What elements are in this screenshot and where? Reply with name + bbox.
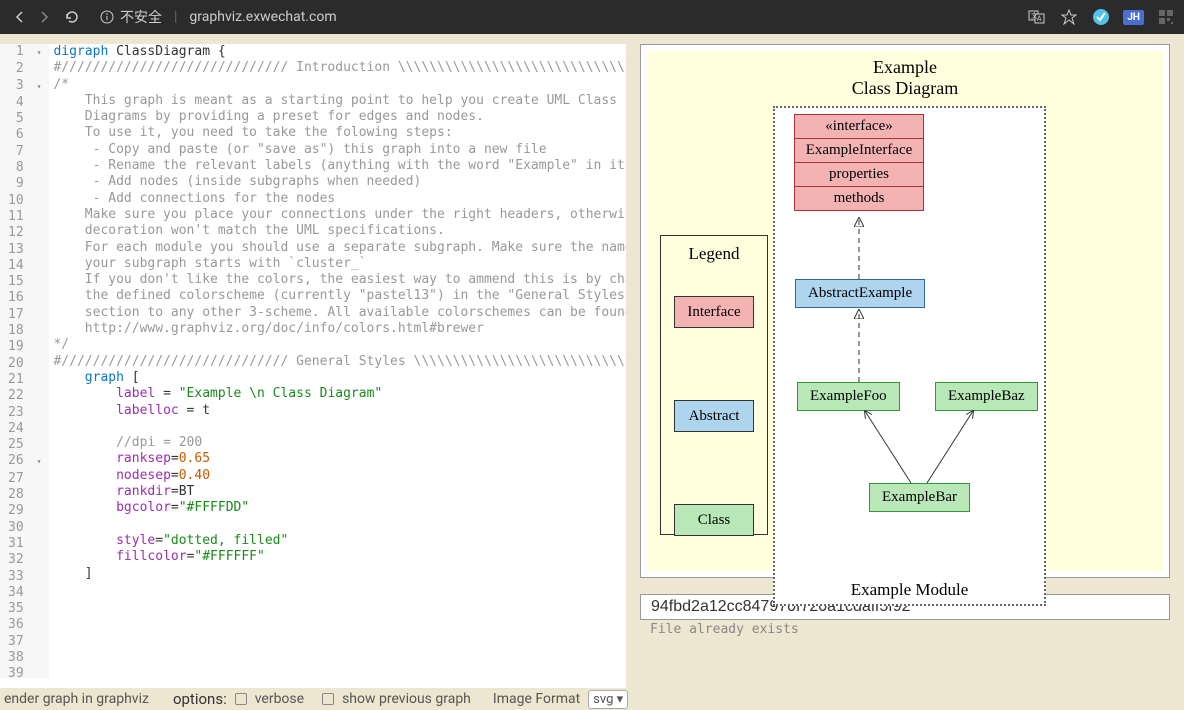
verbose-checkbox[interactable]	[235, 693, 247, 705]
baz-node: ExampleBaz	[935, 382, 1038, 411]
format-select[interactable]: svg ▾	[588, 690, 628, 709]
forward-button[interactable]	[32, 5, 56, 29]
svg-text:A: A	[1037, 15, 1042, 23]
code-content[interactable]: digraph ClassDiagram {#/////////////////…	[49, 44, 626, 678]
profile-badge[interactable]: JH	[1123, 10, 1144, 25]
legend-interface: Interface	[674, 296, 754, 328]
line-gutter: 1 ▾2 3 ▾4 5 6 7 8 9 10 11 12 13 14 15 16…	[0, 44, 49, 678]
bottom-toolbar: ender graph in graphviz options: verbose…	[0, 688, 1184, 710]
qr-icon[interactable]	[1156, 7, 1176, 27]
legend-class: Class	[674, 504, 754, 536]
format-label: Image Format	[493, 691, 580, 707]
bar-node: ExampleBar	[869, 483, 970, 512]
browser-toolbar: 不安全 | graphviz.exwechat.com 文A JH	[0, 0, 1184, 34]
enter-label: ender graph in graphviz	[4, 691, 149, 707]
diagram-title: ExampleClass Diagram	[647, 51, 1163, 105]
legend-abstract: Abstract	[674, 400, 754, 432]
extension-icon-1[interactable]	[1091, 7, 1111, 27]
options-label: options:	[173, 690, 227, 708]
back-button[interactable]	[8, 5, 32, 29]
legend-title: Legend	[661, 236, 767, 272]
diagram-preview: ExampleClass Diagram Example Module «int…	[640, 44, 1170, 578]
module-label: Example Module	[775, 580, 1044, 600]
reload-button[interactable]	[60, 5, 84, 29]
code-editor[interactable]: 1 ▾2 3 ▾4 5 6 7 8 9 10 11 12 13 14 15 16…	[0, 44, 626, 678]
legend-box: Legend Interface Abstract Class	[660, 235, 768, 535]
code-editor-pane: 1 ▾2 3 ▾4 5 6 7 8 9 10 11 12 13 14 15 16…	[0, 44, 626, 710]
insecure-label: 不安全	[120, 7, 162, 27]
translate-icon[interactable]: 文A	[1027, 7, 1047, 27]
foo-node: ExampleFoo	[797, 382, 900, 411]
interface-node: «interface» ExampleInterface properties …	[794, 114, 924, 211]
star-icon[interactable]	[1059, 7, 1079, 27]
info-icon	[100, 10, 114, 24]
abstract-node: AbstractExample	[795, 279, 925, 308]
prev-label: show previous graph	[342, 691, 471, 707]
output-status: File already exists	[640, 620, 1170, 639]
prev-checkbox[interactable]	[322, 693, 334, 705]
verbose-label: verbose	[255, 691, 304, 707]
address-bar[interactable]: 不安全 | graphviz.exwechat.com	[100, 7, 337, 27]
url-text: graphviz.exwechat.com	[189, 9, 336, 25]
